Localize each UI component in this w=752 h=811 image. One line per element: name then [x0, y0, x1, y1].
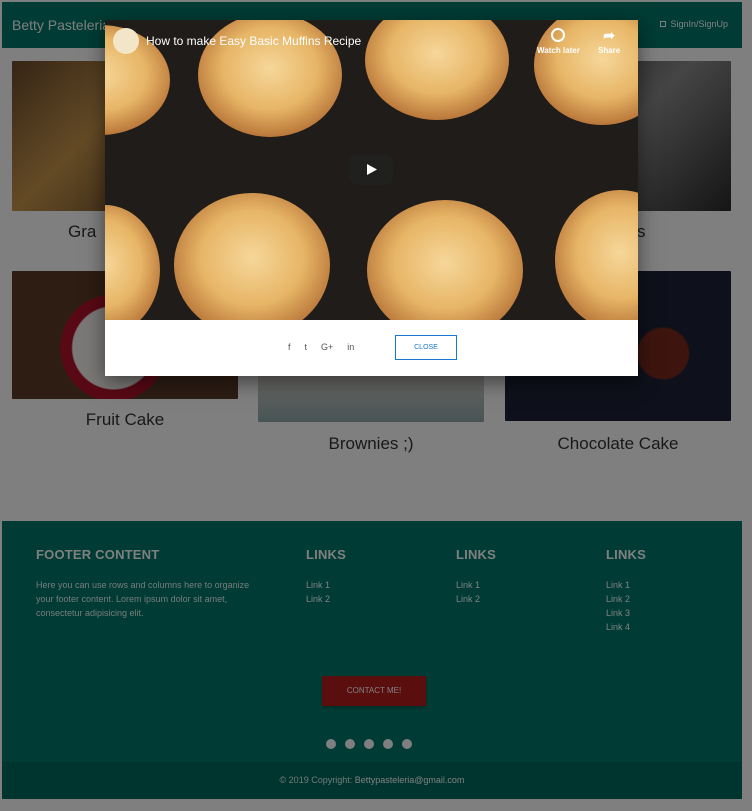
- video-modal: How to make Easy Basic Muffins Recipe Wa…: [105, 20, 638, 376]
- share-button[interactable]: ➦ Share: [598, 28, 620, 55]
- watch-later-button[interactable]: Watch later: [537, 28, 580, 55]
- facebook-icon[interactable]: f: [288, 342, 291, 352]
- share-label: Share: [598, 46, 621, 55]
- play-icon: [367, 164, 377, 175]
- close-button[interactable]: CLOSE: [395, 335, 457, 360]
- linkedin-icon[interactable]: in: [347, 342, 354, 352]
- clock-icon: [551, 28, 566, 42]
- google-plus-icon[interactable]: G+: [321, 342, 333, 352]
- share-icons: f t G+ in: [288, 342, 354, 352]
- share-icon: ➦: [603, 27, 615, 43]
- play-button[interactable]: [349, 154, 393, 185]
- channel-avatar[interactable]: [113, 28, 139, 54]
- video-player[interactable]: How to make Easy Basic Muffins Recipe Wa…: [105, 20, 638, 320]
- watch-later-label: Watch later: [537, 46, 580, 55]
- twitter-icon[interactable]: t: [305, 342, 308, 352]
- modal-footer: f t G+ in CLOSE: [105, 320, 638, 376]
- video-title[interactable]: How to make Easy Basic Muffins Recipe: [146, 34, 361, 48]
